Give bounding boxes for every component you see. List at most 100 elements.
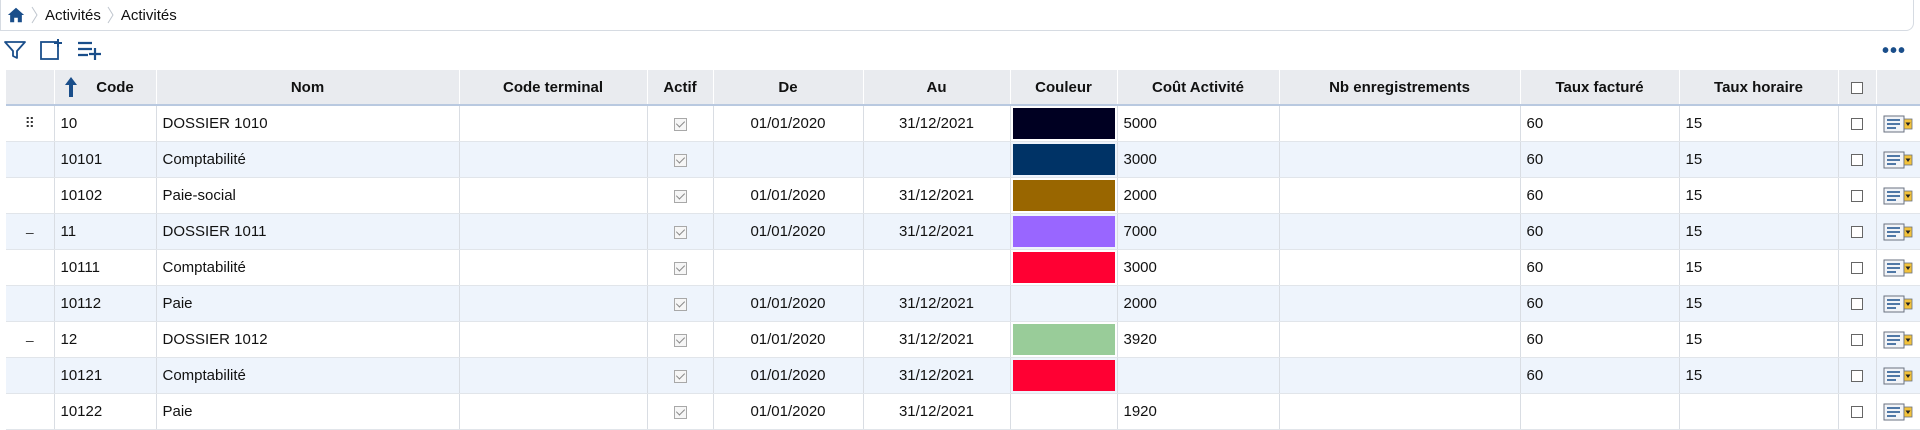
row-select-checkbox[interactable] (1851, 298, 1863, 311)
cell-au[interactable] (863, 249, 1011, 286)
cell-nom[interactable]: Comptabilité (156, 249, 460, 286)
actif-checkbox[interactable] (673, 153, 687, 167)
row-select-checkbox[interactable] (1851, 334, 1863, 347)
cell-code-terminal[interactable] (459, 357, 648, 394)
color-swatch[interactable] (1012, 252, 1115, 283)
row-select-checkbox[interactable] (1851, 190, 1863, 203)
cell-code[interactable]: 11 (54, 213, 157, 250)
cell-actif[interactable] (647, 285, 714, 322)
cell-actions[interactable] (1876, 105, 1920, 142)
row-select-checkbox[interactable] (1851, 226, 1863, 239)
column-header-de[interactable]: De (713, 70, 864, 106)
row-select-checkbox[interactable] (1851, 370, 1863, 383)
cell-code-terminal[interactable] (459, 105, 648, 142)
cell-actif[interactable] (647, 177, 714, 214)
cell-select[interactable] (1838, 321, 1877, 358)
row-menu-icon[interactable] (1883, 366, 1913, 386)
actif-checkbox[interactable] (673, 189, 687, 203)
cell-taux-horaire[interactable]: 15 (1679, 213, 1839, 250)
cell-nb-enregistrements[interactable] (1279, 321, 1521, 358)
cell-actions[interactable] (1876, 285, 1920, 322)
cell-actions[interactable] (1876, 141, 1920, 178)
cell-actions[interactable] (1876, 249, 1920, 286)
table-row[interactable]: –11 DOSSIER 1011 01/01/2020 31/12/2021 7000 6… (6, 213, 1920, 250)
column-header-taux-horaire[interactable]: Taux horaire (1679, 70, 1839, 106)
cell-couleur[interactable] (1010, 105, 1118, 142)
row-expander[interactable]: – (6, 213, 55, 250)
cell-select[interactable] (1838, 141, 1877, 178)
cell-couleur[interactable] (1010, 357, 1118, 394)
cell-cout-activite[interactable] (1117, 357, 1280, 394)
row-menu-icon[interactable] (1883, 294, 1913, 314)
row-menu-icon[interactable] (1883, 186, 1913, 206)
cell-code[interactable]: 10121 (54, 357, 157, 394)
row-expander[interactable] (6, 177, 55, 214)
cell-select[interactable] (1838, 105, 1877, 142)
row-expander[interactable] (6, 285, 55, 322)
home-icon[interactable] (7, 6, 25, 24)
color-swatch[interactable] (1012, 108, 1115, 139)
cell-nb-enregistrements[interactable] (1279, 141, 1521, 178)
cell-couleur[interactable] (1010, 321, 1118, 358)
cell-actif[interactable] (647, 357, 714, 394)
filter-icon[interactable] (2, 38, 28, 62)
table-row[interactable]: 10112 Paie 01/01/2020 31/12/2021 2000 60 15 (6, 285, 1920, 322)
cell-de[interactable]: 01/01/2020 (713, 357, 864, 394)
actif-checkbox[interactable] (673, 333, 687, 347)
cell-couleur[interactable] (1010, 177, 1118, 214)
cell-code-terminal[interactable] (459, 141, 648, 178)
table-row[interactable]: 10111 Comptabilité 3000 60 15 (6, 249, 1920, 286)
cell-code-terminal[interactable] (459, 285, 648, 322)
color-swatch[interactable] (1012, 360, 1115, 391)
cell-de[interactable]: 01/01/2020 (713, 321, 864, 358)
cell-select[interactable] (1838, 285, 1877, 322)
cell-code[interactable]: 10111 (54, 249, 157, 286)
cell-cout-activite[interactable]: 3000 (1117, 141, 1280, 178)
color-swatch[interactable] (1012, 216, 1115, 247)
cell-de[interactable]: 01/01/2020 (713, 177, 864, 214)
cell-nb-enregistrements[interactable] (1279, 105, 1521, 142)
cell-taux-facture[interactable]: 60 (1520, 321, 1680, 358)
column-header-couleur[interactable]: Couleur (1010, 70, 1118, 106)
cell-actions[interactable] (1876, 177, 1920, 214)
breadcrumb-item[interactable]: Activités (39, 7, 107, 24)
actif-checkbox[interactable] (673, 405, 687, 419)
table-row[interactable]: ⠿ 10 DOSSIER 1010 01/01/2020 31/12/2021 5000 6… (6, 105, 1920, 142)
cell-select[interactable] (1838, 249, 1877, 286)
row-select-checkbox[interactable] (1851, 262, 1863, 275)
table-row[interactable]: 10121 Comptabilité 01/01/2020 31/12/2021 60 1… (6, 357, 1920, 394)
color-swatch[interactable] (1013, 288, 1115, 319)
cell-actif[interactable] (647, 249, 714, 286)
select-all-checkbox[interactable] (1851, 81, 1863, 94)
actif-checkbox[interactable] (673, 225, 687, 239)
cell-nom[interactable]: Comptabilité (156, 141, 460, 178)
column-header-nb-enregistrements[interactable]: Nb enregistrements (1279, 70, 1521, 106)
row-expander[interactable] (6, 141, 55, 178)
cell-couleur[interactable] (1010, 249, 1118, 286)
more-options-button[interactable]: ••• (1882, 40, 1906, 63)
row-menu-icon[interactable] (1883, 114, 1913, 134)
cell-actions[interactable] (1876, 321, 1920, 358)
cell-nb-enregistrements[interactable] (1279, 249, 1521, 286)
cell-de[interactable]: 01/01/2020 (713, 213, 864, 250)
row-menu-icon[interactable] (1883, 150, 1913, 170)
cell-cout-activite[interactable]: 3920 (1117, 321, 1280, 358)
column-header-au[interactable]: Au (863, 70, 1011, 106)
cell-au[interactable]: 31/12/2021 (863, 285, 1011, 322)
cell-taux-horaire[interactable]: 15 (1679, 141, 1839, 178)
row-select-checkbox[interactable] (1851, 406, 1863, 419)
cell-au[interactable]: 31/12/2021 (863, 357, 1011, 394)
cell-actions[interactable] (1876, 213, 1920, 250)
row-menu-icon[interactable] (1883, 222, 1913, 242)
cell-taux-horaire[interactable]: 15 (1679, 285, 1839, 322)
cell-de[interactable]: 01/01/2020 (713, 105, 864, 142)
cell-code[interactable]: 10 (54, 105, 157, 142)
row-expander[interactable]: ⠿ (6, 105, 55, 142)
cell-cout-activite[interactable]: 2000 (1117, 177, 1280, 214)
sort-ascending-icon[interactable] (63, 75, 79, 99)
row-select-checkbox[interactable] (1851, 154, 1863, 167)
cell-actif[interactable] (647, 141, 714, 178)
column-header-nom[interactable]: Nom (156, 70, 460, 106)
column-header-actif[interactable]: Actif (647, 70, 714, 106)
cell-cout-activite[interactable]: 7000 (1117, 213, 1280, 250)
